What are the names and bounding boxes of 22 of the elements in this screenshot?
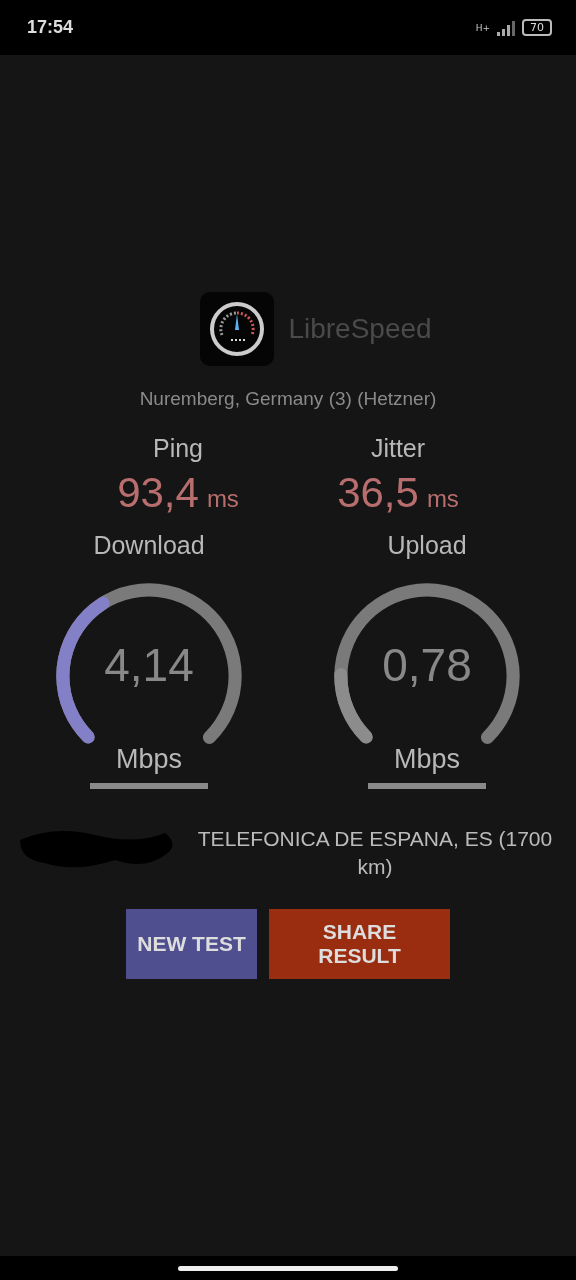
- action-button[interactable]: NEW TEST: [126, 909, 257, 979]
- clock: 17:54: [27, 17, 74, 38]
- stat-unit: ms: [426, 485, 459, 513]
- stat-value: 93,4: [117, 469, 199, 517]
- network-type: H+: [475, 22, 490, 33]
- home-indicator[interactable]: [178, 1265, 398, 1271]
- action-button[interactable]: SHARE RESULT: [269, 909, 450, 979]
- stat-label: Jitter: [370, 434, 426, 463]
- gauge-unit: Mbps: [394, 744, 460, 775]
- gauge-unit: Mbps: [116, 744, 182, 775]
- stat-value: 36,5: [337, 469, 419, 517]
- stat-unit: ms: [206, 485, 239, 513]
- speedometer-icon: [200, 292, 275, 366]
- stat-label: Ping: [152, 434, 203, 463]
- server-name: Nuremberg, Germany (3) (Hetzner): [139, 388, 437, 410]
- gauge-label: Upload: [387, 531, 467, 560]
- gauge-value: 4,14: [103, 638, 195, 692]
- gauge-value: 0,78: [381, 638, 473, 692]
- battery-icon: 70: [522, 19, 552, 36]
- signal-icon: [496, 19, 516, 36]
- gauge-label: Download: [93, 531, 205, 560]
- isp-info: TELEFONICA DE ESPANA, ES (1700 km): [196, 826, 554, 880]
